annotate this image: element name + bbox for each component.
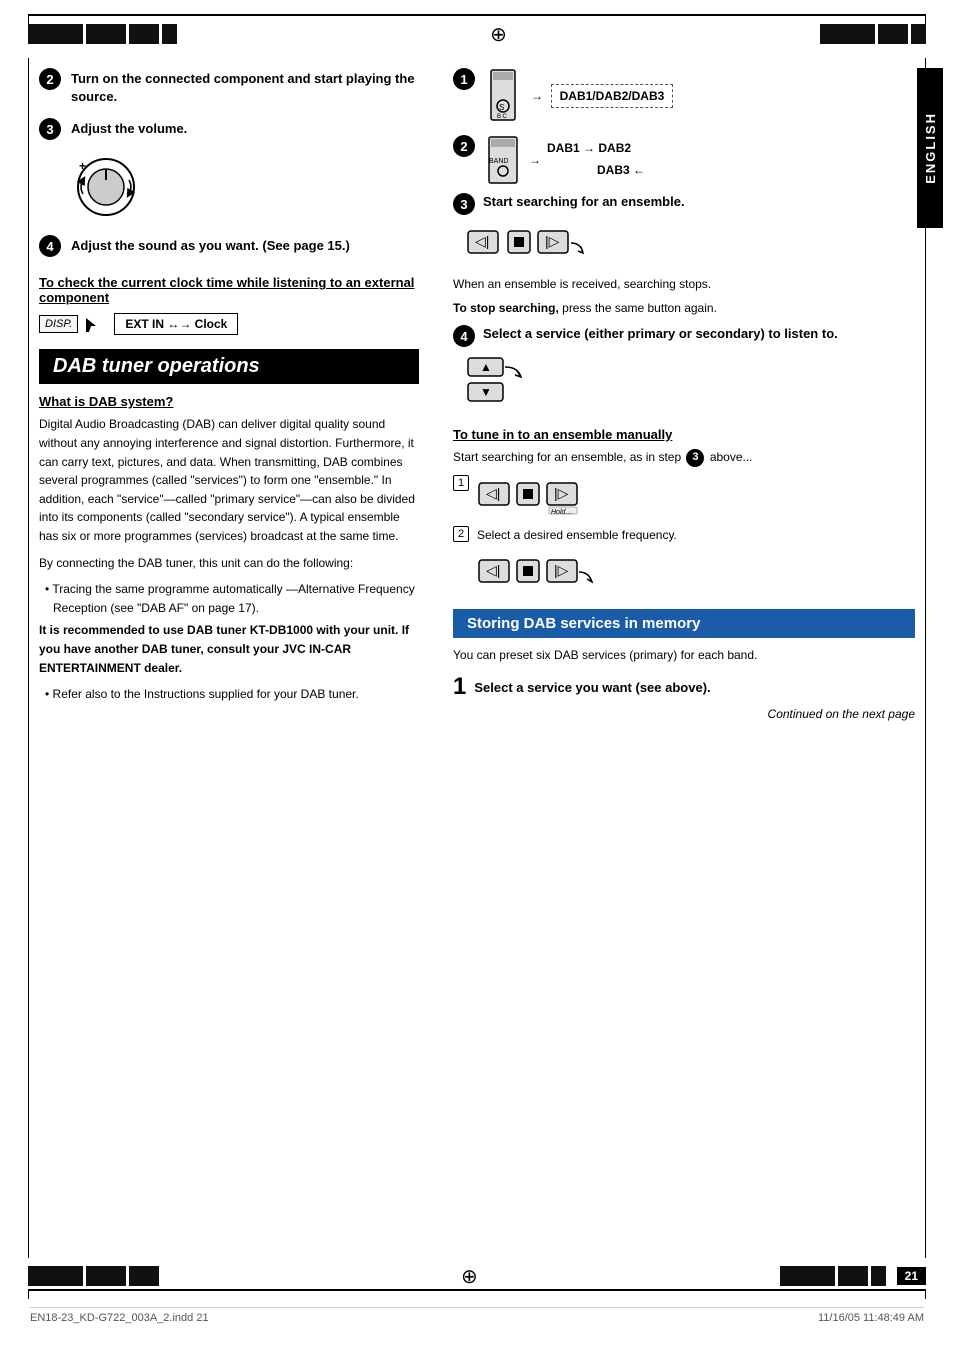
clock-check-title: To check the current clock time while li… [39,275,419,305]
svg-text:+: + [79,159,86,173]
page-wrapper: ⊕ 2 Turn on the connected component and … [0,14,954,1365]
step-4-circle: 4 [39,235,61,257]
search-buttons-illustration: ◁| |▷ [463,221,915,269]
dab-paragraph1: Digital Audio Broadcasting (DAB) can del… [39,415,419,545]
step-3-circle: 3 [39,118,61,140]
footer-left: EN18-23_KD-G722_003A_2.indd 21 [30,1312,209,1324]
step-3-area: 3 Start searching for an ensemble. ◁| [453,193,915,317]
what-is-dab-title: What is DAB system? [39,394,419,409]
svg-text:▲: ▲ [480,360,492,374]
substep-2-num: 2 [453,526,469,542]
clock-check-section: To check the current clock time while li… [39,275,419,335]
dab123-label: DAB1/DAB2/DAB3 [551,84,674,108]
top-border-area: ⊕ [28,14,926,44]
left-rule [28,58,29,1258]
ensemble-received-note: When an ensemble is received, searching … [453,275,915,293]
ext-in-clock-box: EXT IN ↔→ Clock [114,313,238,335]
seek-btns-2-svg: ◁| |▷ [477,552,597,592]
svg-text:|▷: |▷ [545,233,560,249]
svg-text:|▷: |▷ [554,562,569,578]
footer: EN18-23_KD-G722_003A_2.indd 21 11/16/05 … [30,1307,924,1324]
storing-step-1-text: Select a service you want (see above). [474,675,710,697]
right-rule [925,58,926,1258]
right-step-1-circle: 1 [453,68,475,90]
to-stop-searching-label: To stop searching, [453,301,559,315]
stop-searching-text: press the same button again. [562,301,717,315]
dab-component-illustration-1: S B C → DAB1/DAB2/DAB3 [483,68,915,123]
dab-flow-diagram: DAB1 → DAB2 DAB3 ← [547,138,645,181]
crosshair-decoration: ⊕ [490,22,507,47]
right-step-3-text: Start searching for an ensemble. [483,193,915,211]
step-4: 4 Adjust the sound as you want. (See pag… [39,235,419,257]
tune-substep-1: 1 ◁| |▷ Hold.... [453,475,915,518]
right-step-4-circle: 4 [453,325,475,347]
svg-text:Hold....: Hold.... [551,509,573,515]
svg-text:◁|: ◁| [486,485,500,501]
continued-text: Continued on the next page [453,707,915,721]
step-4-area: 4 Select a service (either primary or se… [453,325,915,411]
tune-manually-intro: Start searching for an ensemble, as in s… [453,448,915,467]
up-down-buttons-illustration: ▲ ▼ [463,353,915,411]
storing-header: Storing DAB services in memory [453,609,915,638]
step3-ref-circle: 3 [686,449,704,467]
dab-bullet1: • Tracing the same programme automatical… [39,580,419,617]
english-sidebar: ENGLISH [917,68,943,228]
right-step-4-text: Select a service (either primary or seco… [483,325,915,343]
step-4-text: Adjust the sound as you want. (See page … [71,235,350,255]
svg-text:|▷: |▷ [554,485,569,501]
component-svg-1: S B C [483,68,523,123]
step-3: 3 Adjust the volume. [39,118,419,140]
substep-2-text: Select a desired ensemble frequency. [477,526,677,545]
seek-hold-svg: ◁| |▷ Hold.... [477,475,597,515]
svg-text:◁|: ◁| [475,233,489,249]
tune-manually-section: To tune in to an ensemble manually Start… [453,427,915,595]
step-2-text: Turn on the connected component and star… [71,68,419,106]
storing-step-1-num: 1 [453,675,466,699]
dab-section-header: DAB tuner operations [39,349,419,384]
tune-substep-2: 2 Select a desired ensemble frequency. ◁… [453,526,915,596]
right-column: ENGLISH 1 S B C [439,58,915,1258]
step-2-circle: 2 [39,68,61,90]
tune-manually-title: To tune in to an ensemble manually [453,427,915,442]
substep-1-num: 1 [453,475,469,491]
left-column: 2 Turn on the connected component and st… [39,58,439,1258]
svg-text:◁|: ◁| [486,562,500,578]
storing-description: You can preset six DAB services (primary… [453,646,915,665]
disp-label: DISP. [39,315,78,333]
clock-check-row: DISP. EXT IN ↔→ Clock [39,313,419,335]
storing-dab-section: Storing DAB services in memory You can p… [453,609,915,721]
bottom-border-area: ⊕ 21 [28,1266,926,1299]
right-step-3-circle: 3 [453,193,475,215]
svg-text:BAND: BAND [489,158,508,165]
step-3-text: Adjust the volume. [71,118,187,138]
language-label: ENGLISH [923,112,938,184]
svg-text:B C: B C [497,114,508,120]
dab-bullet2: • Refer also to the Instructions supplie… [39,685,419,704]
band-component-svg: BAND [483,135,523,185]
footer-right: 11/16/05 11:48:49 AM [818,1312,924,1324]
svg-text:S: S [499,103,504,112]
cursor-icon [82,314,102,334]
band-diagram: BAND → DAB1 → DAB2 DAB3 ← [483,135,915,185]
step-2-area: 2 BAND → DAB1 → [453,135,915,185]
up-down-btns-svg: ▲ ▼ [463,353,543,408]
disp-button-illustration: DISP. [39,314,102,334]
step-1-area: 1 S B C → [453,68,915,127]
stop-searching-note: To stop searching, press the same button… [453,299,915,317]
crosshair-bottom: ⊕ [461,1264,478,1289]
volume-knob-illustration: + [71,152,419,225]
right-step-2-circle: 2 [453,135,475,157]
page-number: 21 [897,1267,926,1285]
step-2: 2 Turn on the connected component and st… [39,68,419,106]
svg-text:▼: ▼ [480,385,492,399]
dab-paragraph2: By connecting the DAB tuner, this unit c… [39,554,419,573]
dab-bold-notice: It is recommended to use DAB tuner KT-DB… [39,621,419,677]
storing-step-1: 1 Select a service you want (see above). [453,675,915,699]
knob-svg: + [71,152,141,222]
search-btns-svg: ◁| |▷ [463,221,593,266]
